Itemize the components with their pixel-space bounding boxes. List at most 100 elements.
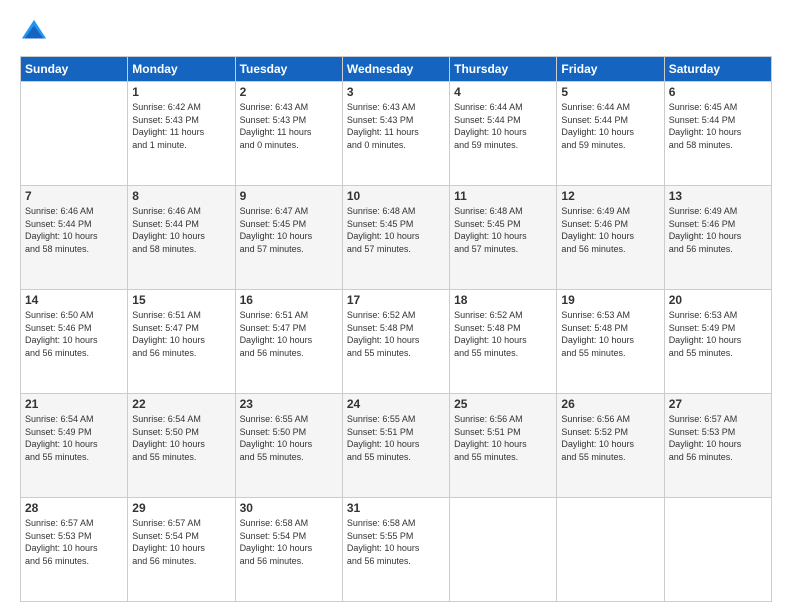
day-number: 16: [240, 293, 338, 307]
calendar-table: SundayMondayTuesdayWednesdayThursdayFrid…: [20, 56, 772, 602]
day-number: 31: [347, 501, 445, 515]
day-info: Sunrise: 6:48 AM Sunset: 5:45 PM Dayligh…: [347, 205, 445, 255]
calendar-cell: [664, 498, 771, 602]
day-number: 24: [347, 397, 445, 411]
calendar-cell: 31 Sunrise: 6:58 AM Sunset: 5:55 PM Dayli…: [342, 498, 449, 602]
day-info: Sunrise: 6:54 AM Sunset: 5:50 PM Dayligh…: [132, 413, 230, 463]
calendar-cell: 10 Sunrise: 6:48 AM Sunset: 5:45 PM Dayli…: [342, 186, 449, 290]
day-info: Sunrise: 6:58 AM Sunset: 5:55 PM Dayligh…: [347, 517, 445, 567]
day-number: 1: [132, 85, 230, 99]
calendar-cell: 14 Sunrise: 6:50 AM Sunset: 5:46 PM Dayli…: [21, 290, 128, 394]
day-number: 6: [669, 85, 767, 99]
day-info: Sunrise: 6:55 AM Sunset: 5:50 PM Dayligh…: [240, 413, 338, 463]
day-info: Sunrise: 6:48 AM Sunset: 5:45 PM Dayligh…: [454, 205, 552, 255]
calendar-cell: 9Sunrise: 6:47 AM Sunset: 5:45 PM Daylig…: [235, 186, 342, 290]
day-info: Sunrise: 6:50 AM Sunset: 5:46 PM Dayligh…: [25, 309, 123, 359]
day-info: Sunrise: 6:46 AM Sunset: 5:44 PM Dayligh…: [132, 205, 230, 255]
calendar-cell: 23 Sunrise: 6:55 AM Sunset: 5:50 PM Dayli…: [235, 394, 342, 498]
column-header-thursday: Thursday: [450, 57, 557, 82]
day-info: Sunrise: 6:52 AM Sunset: 5:48 PM Dayligh…: [347, 309, 445, 359]
day-info: Sunrise: 6:53 AM Sunset: 5:49 PM Dayligh…: [669, 309, 767, 359]
day-info: Sunrise: 6:55 AM Sunset: 5:51 PM Dayligh…: [347, 413, 445, 463]
calendar-cell: [450, 498, 557, 602]
day-number: 11: [454, 189, 552, 203]
column-header-saturday: Saturday: [664, 57, 771, 82]
day-info: Sunrise: 6:43 AM Sunset: 5:43 PM Dayligh…: [240, 101, 338, 151]
calendar-cell: 2 Sunrise: 6:43 AM Sunset: 5:43 PM Daylig…: [235, 82, 342, 186]
day-number: 17: [347, 293, 445, 307]
day-info: Sunrise: 6:44 AM Sunset: 5:44 PM Dayligh…: [561, 101, 659, 151]
header: [20, 18, 772, 46]
calendar-cell: 20Sunrise: 6:53 AM Sunset: 5:49 PM Dayli…: [664, 290, 771, 394]
day-number: 7: [25, 189, 123, 203]
day-number: 21: [25, 397, 123, 411]
calendar-week-1: 1 Sunrise: 6:42 AM Sunset: 5:43 PM Daylig…: [21, 82, 772, 186]
day-number: 8: [132, 189, 230, 203]
calendar-cell: 1 Sunrise: 6:42 AM Sunset: 5:43 PM Daylig…: [128, 82, 235, 186]
day-info: Sunrise: 6:43 AM Sunset: 5:43 PM Dayligh…: [347, 101, 445, 151]
calendar-cell: 28 Sunrise: 6:57 AM Sunset: 5:53 PM Dayli…: [21, 498, 128, 602]
calendar-cell: 27Sunrise: 6:57 AM Sunset: 5:53 PM Dayli…: [664, 394, 771, 498]
day-info: Sunrise: 6:52 AM Sunset: 5:48 PM Dayligh…: [454, 309, 552, 359]
calendar-cell: 18 Sunrise: 6:52 AM Sunset: 5:48 PM Dayli…: [450, 290, 557, 394]
day-info: Sunrise: 6:45 AM Sunset: 5:44 PM Dayligh…: [669, 101, 767, 151]
calendar-week-5: 28 Sunrise: 6:57 AM Sunset: 5:53 PM Dayli…: [21, 498, 772, 602]
day-info: Sunrise: 6:51 AM Sunset: 5:47 PM Dayligh…: [132, 309, 230, 359]
calendar-cell: 12 Sunrise: 6:49 AM Sunset: 5:46 PM Dayli…: [557, 186, 664, 290]
day-info: Sunrise: 6:42 AM Sunset: 5:43 PM Dayligh…: [132, 101, 230, 151]
day-number: 15: [132, 293, 230, 307]
day-number: 2: [240, 85, 338, 99]
day-info: Sunrise: 6:54 AM Sunset: 5:49 PM Dayligh…: [25, 413, 123, 463]
logo-icon: [20, 18, 48, 46]
day-number: 23: [240, 397, 338, 411]
calendar-cell: 21 Sunrise: 6:54 AM Sunset: 5:49 PM Dayli…: [21, 394, 128, 498]
column-header-wednesday: Wednesday: [342, 57, 449, 82]
day-number: 25: [454, 397, 552, 411]
day-number: 4: [454, 85, 552, 99]
calendar-cell: 5 Sunrise: 6:44 AM Sunset: 5:44 PM Daylig…: [557, 82, 664, 186]
day-number: 29: [132, 501, 230, 515]
day-number: 30: [240, 501, 338, 515]
day-number: 3: [347, 85, 445, 99]
day-info: Sunrise: 6:58 AM Sunset: 5:54 PM Dayligh…: [240, 517, 338, 567]
column-header-sunday: Sunday: [21, 57, 128, 82]
day-number: 13: [669, 189, 767, 203]
column-header-tuesday: Tuesday: [235, 57, 342, 82]
day-info: Sunrise: 6:53 AM Sunset: 5:48 PM Dayligh…: [561, 309, 659, 359]
calendar-cell: [557, 498, 664, 602]
day-info: Sunrise: 6:56 AM Sunset: 5:51 PM Dayligh…: [454, 413, 552, 463]
day-number: 12: [561, 189, 659, 203]
day-info: Sunrise: 6:57 AM Sunset: 5:53 PM Dayligh…: [669, 413, 767, 463]
day-info: Sunrise: 6:57 AM Sunset: 5:53 PM Dayligh…: [25, 517, 123, 567]
calendar-cell: 17 Sunrise: 6:52 AM Sunset: 5:48 PM Dayli…: [342, 290, 449, 394]
column-header-monday: Monday: [128, 57, 235, 82]
calendar-cell: 19Sunrise: 6:53 AM Sunset: 5:48 PM Dayli…: [557, 290, 664, 394]
day-info: Sunrise: 6:51 AM Sunset: 5:47 PM Dayligh…: [240, 309, 338, 359]
logo: [20, 18, 52, 46]
day-number: 22: [132, 397, 230, 411]
calendar-cell: 29 Sunrise: 6:57 AM Sunset: 5:54 PM Dayli…: [128, 498, 235, 602]
calendar-cell: 8 Sunrise: 6:46 AM Sunset: 5:44 PM Daylig…: [128, 186, 235, 290]
day-info: Sunrise: 6:49 AM Sunset: 5:46 PM Dayligh…: [669, 205, 767, 255]
calendar-cell: 22 Sunrise: 6:54 AM Sunset: 5:50 PM Dayli…: [128, 394, 235, 498]
calendar-cell: [21, 82, 128, 186]
page: SundayMondayTuesdayWednesdayThursdayFrid…: [0, 0, 792, 612]
day-info: Sunrise: 6:57 AM Sunset: 5:54 PM Dayligh…: [132, 517, 230, 567]
day-number: 14: [25, 293, 123, 307]
day-number: 18: [454, 293, 552, 307]
calendar-cell: 6 Sunrise: 6:45 AM Sunset: 5:44 PM Daylig…: [664, 82, 771, 186]
calendar-cell: 13 Sunrise: 6:49 AM Sunset: 5:46 PM Dayli…: [664, 186, 771, 290]
calendar-cell: 11 Sunrise: 6:48 AM Sunset: 5:45 PM Dayli…: [450, 186, 557, 290]
calendar-week-3: 14 Sunrise: 6:50 AM Sunset: 5:46 PM Dayli…: [21, 290, 772, 394]
day-number: 5: [561, 85, 659, 99]
day-info: Sunrise: 6:47 AM Sunset: 5:45 PM Dayligh…: [240, 205, 338, 255]
day-number: 28: [25, 501, 123, 515]
day-info: Sunrise: 6:56 AM Sunset: 5:52 PM Dayligh…: [561, 413, 659, 463]
calendar-cell: 25 Sunrise: 6:56 AM Sunset: 5:51 PM Dayli…: [450, 394, 557, 498]
day-number: 10: [347, 189, 445, 203]
calendar-cell: 16 Sunrise: 6:51 AM Sunset: 5:47 PM Dayli…: [235, 290, 342, 394]
calendar-cell: 4Sunrise: 6:44 AM Sunset: 5:44 PM Daylig…: [450, 82, 557, 186]
calendar-cell: 24 Sunrise: 6:55 AM Sunset: 5:51 PM Dayli…: [342, 394, 449, 498]
day-info: Sunrise: 6:49 AM Sunset: 5:46 PM Dayligh…: [561, 205, 659, 255]
calendar-cell: 15 Sunrise: 6:51 AM Sunset: 5:47 PM Dayli…: [128, 290, 235, 394]
